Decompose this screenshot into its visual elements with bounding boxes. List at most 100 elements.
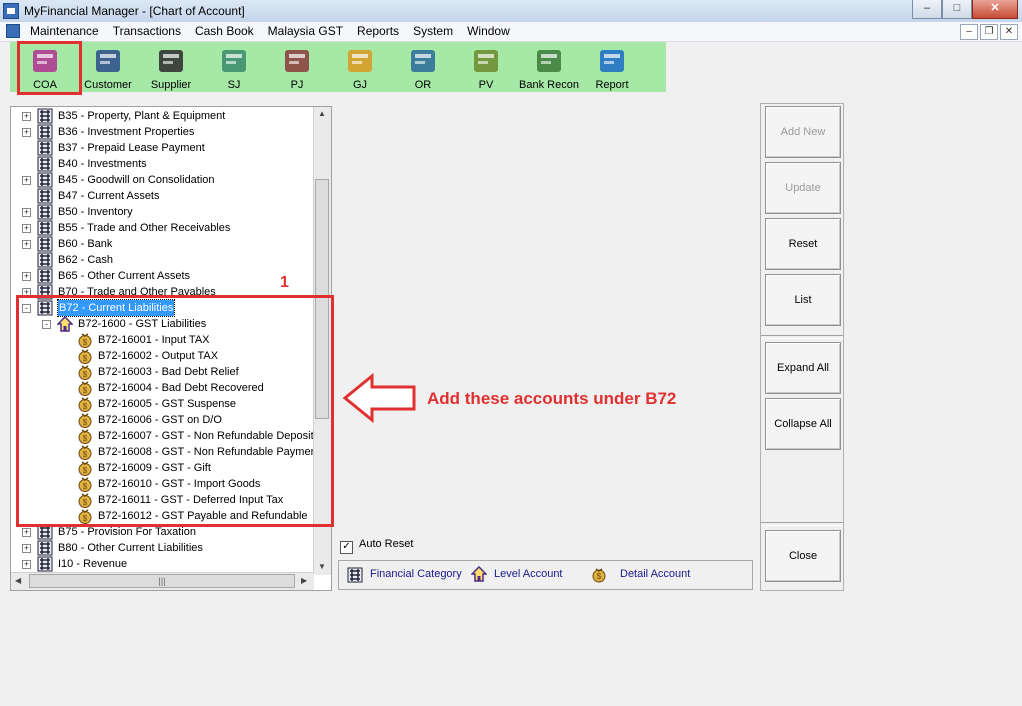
expand-all-label: Expand All bbox=[777, 362, 829, 374]
toolbar-label: GJ bbox=[352, 79, 368, 91]
auto-reset-option[interactable]: ✓ Auto Reset bbox=[340, 538, 413, 554]
toolbar-gj-button[interactable]: GJ bbox=[327, 42, 393, 92]
mdi-close-button[interactable]: ✕ bbox=[1000, 24, 1018, 40]
mdi-restore-button[interactable]: ❐ bbox=[980, 24, 998, 40]
customer-icon bbox=[92, 44, 124, 76]
sales-journal-icon bbox=[218, 44, 250, 76]
reset-button[interactable]: Reset bbox=[765, 218, 841, 270]
annotation-text: Add these accounts under B72 bbox=[427, 389, 677, 408]
svg-text:$: $ bbox=[597, 572, 602, 581]
auto-reset-label: Auto Reset bbox=[359, 538, 414, 550]
official-receipt-icon bbox=[407, 44, 439, 76]
collapse-all-button[interactable]: Collapse All bbox=[765, 398, 841, 450]
coa-highlight-annotation bbox=[17, 41, 82, 95]
supplier-icon bbox=[155, 44, 187, 76]
legend-level-account: Level Account bbox=[494, 568, 563, 580]
expand-icon[interactable]: + bbox=[22, 224, 31, 233]
maximize-button[interactable]: □ bbox=[942, 0, 972, 19]
close-label: Close bbox=[788, 550, 818, 562]
toolbar-label: Supplier bbox=[150, 79, 192, 91]
toolbar-label: PV bbox=[478, 79, 494, 91]
mdi-controls: – ❐ ✕ bbox=[958, 24, 1018, 40]
menu-malaysia-gst[interactable]: Malaysia GST bbox=[268, 24, 343, 38]
scroll-up-icon[interactable]: ▲ bbox=[314, 109, 330, 118]
scroll-right-icon[interactable]: ▶ bbox=[301, 576, 307, 585]
tree-item-label: B65 - Other Current Assets bbox=[58, 270, 191, 282]
auto-reset-checkbox[interactable]: ✓ bbox=[340, 541, 353, 554]
toolbar-report-button[interactable]: Report bbox=[579, 42, 645, 92]
payment-voucher-icon bbox=[470, 44, 502, 76]
menu-reports[interactable]: Reports bbox=[357, 24, 399, 38]
toolbar-label: OR bbox=[414, 79, 432, 91]
toolbar-label: Report bbox=[595, 79, 629, 91]
expand-icon[interactable]: + bbox=[22, 560, 31, 569]
expand-icon[interactable]: + bbox=[22, 240, 31, 249]
expand-all-button[interactable]: Expand All bbox=[765, 342, 841, 394]
menu-cash-book[interactable]: Cash Book bbox=[195, 24, 254, 38]
tree-item-label: B36 - Investment Properties bbox=[58, 126, 195, 138]
close-window-button[interactable]: ✕ bbox=[972, 0, 1018, 19]
detail-account-icon: $ bbox=[592, 568, 606, 583]
list-label: List bbox=[794, 294, 812, 306]
window-controls: – □ ✕ bbox=[912, 0, 1018, 19]
toolbar-customer-button[interactable]: Customer bbox=[75, 42, 141, 92]
add-new-button[interactable]: Add New bbox=[765, 106, 841, 158]
expand-icon[interactable]: + bbox=[22, 112, 31, 121]
general-journal-icon bbox=[344, 44, 376, 76]
expand-icon[interactable]: + bbox=[22, 176, 31, 185]
tree-item-label: B35 - Property, Plant & Equipment bbox=[58, 110, 226, 122]
action-panel: Add New Update Reset List Expand All Col… bbox=[760, 103, 844, 591]
expand-icon[interactable]: + bbox=[22, 528, 31, 537]
tree-item-label: B80 - Other Current Liabilities bbox=[58, 542, 203, 554]
menu-bar: Maintenance Transactions Cash Book Malaysia… bbox=[0, 22, 1022, 42]
level-account-icon bbox=[471, 566, 487, 582]
toolbar-sj-button[interactable]: SJ bbox=[201, 42, 267, 92]
expand-icon[interactable]: + bbox=[22, 544, 31, 553]
list-button[interactable]: List bbox=[765, 274, 841, 326]
scroll-down-icon[interactable]: ▼ bbox=[314, 562, 330, 571]
financial-category-icon bbox=[347, 567, 363, 583]
tree-item-label: B45 - Goodwill on Consolidation bbox=[58, 174, 215, 186]
horizontal-scrollbar[interactable]: ◀ ||| ▶ bbox=[11, 572, 314, 590]
update-button[interactable]: Update bbox=[765, 162, 841, 214]
bank-recon-icon bbox=[533, 44, 565, 76]
toolbar-pj-button[interactable]: PJ bbox=[264, 42, 330, 92]
menu-transactions[interactable]: Transactions bbox=[113, 24, 181, 38]
toolbar-bank-recon-button[interactable]: Bank Recon bbox=[516, 42, 582, 92]
minimize-button[interactable]: – bbox=[912, 0, 942, 19]
toolbar-or-button[interactable]: OR bbox=[390, 42, 456, 92]
purchase-journal-icon bbox=[281, 44, 313, 76]
menu-system[interactable]: System bbox=[413, 24, 453, 38]
horizontal-scroll-thumb[interactable]: ||| bbox=[29, 574, 295, 588]
annotation-number: 1 bbox=[280, 274, 289, 291]
window-title: MyFinancial Manager - [Chart of Account] bbox=[24, 4, 245, 18]
legend-detail-account: Detail Account bbox=[620, 568, 691, 580]
menu-maintenance[interactable]: Maintenance bbox=[30, 24, 99, 38]
toolbar-label: SJ bbox=[227, 79, 241, 91]
menu-window[interactable]: Window bbox=[467, 24, 510, 38]
tree-item-label: B60 - Bank bbox=[58, 238, 113, 250]
collapse-all-label: Collapse All bbox=[774, 418, 832, 430]
tree-item-label: B50 - Inventory bbox=[58, 206, 133, 218]
tree-item-label: B40 - Investments bbox=[58, 158, 147, 170]
update-label: Update bbox=[785, 182, 821, 194]
separator bbox=[761, 335, 843, 339]
add-new-label: Add New bbox=[780, 126, 826, 138]
scroll-left-icon[interactable]: ◀ bbox=[15, 576, 21, 585]
mdi-child-icon[interactable] bbox=[6, 24, 20, 38]
expand-icon[interactable]: + bbox=[22, 208, 31, 217]
toolbar-label: PJ bbox=[290, 79, 304, 91]
tree-item-label: B47 - Current Assets bbox=[58, 190, 160, 202]
tree-item-label: B62 - Cash bbox=[58, 254, 114, 266]
toolbar-label: Customer bbox=[84, 79, 132, 91]
close-button[interactable]: Close bbox=[765, 530, 841, 582]
toolbar-supplier-button[interactable]: Supplier bbox=[138, 42, 204, 92]
toolbar-pv-button[interactable]: PV bbox=[453, 42, 519, 92]
report-icon bbox=[596, 44, 628, 76]
mdi-minimize-button[interactable]: – bbox=[960, 24, 978, 40]
expand-icon[interactable]: + bbox=[22, 128, 31, 137]
annotation-box bbox=[16, 295, 334, 527]
legend-financial-category: Financial Category bbox=[370, 568, 462, 580]
tree-item-label: B55 - Trade and Other Receivables bbox=[58, 222, 231, 234]
expand-icon[interactable]: + bbox=[22, 272, 31, 281]
